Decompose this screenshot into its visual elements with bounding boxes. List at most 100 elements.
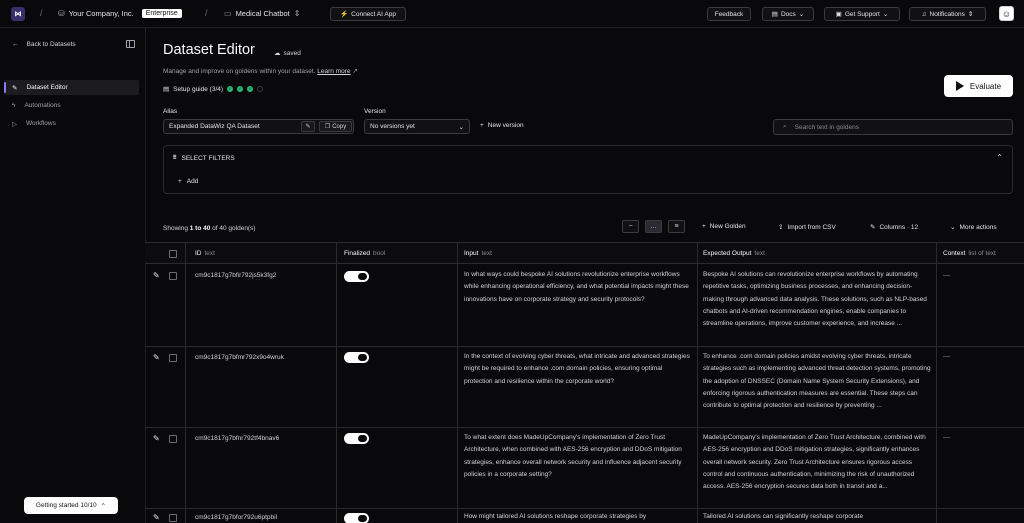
edit-row-icon[interactable]: ✎ (153, 353, 160, 362)
table-header: ID text Finalized bool Input text Expected … (145, 243, 1024, 264)
column-header-context[interactable]: Context list of text (943, 250, 996, 257)
cell-id: cm9c1817g7bfor792u6ptpbil (195, 514, 278, 521)
arrow-left-icon: ← (12, 41, 19, 48)
pen-icon: ✎ (12, 84, 18, 92)
page-subtitle: Manage and improve on goldens within you… (163, 68, 358, 75)
dots-icon: … (650, 223, 657, 230)
chat-icon: ▣ (835, 11, 842, 18)
feedback-button[interactable]: Feedback (707, 7, 751, 21)
chevron-down-icon: ⌄ (882, 11, 889, 18)
evaluate-button[interactable]: Evaluate (944, 75, 1013, 97)
chevron-down-icon: ⌄ (458, 123, 464, 131)
select-all-checkbox[interactable] (169, 250, 177, 258)
more-actions-button[interactable]: ⌄ More actions (950, 223, 997, 232)
cell-input: How might tailored AI solutions reshape … (464, 513, 647, 520)
book-icon: ▤ (163, 86, 170, 93)
top-bar: ⋈ / ⛁ Your Company, Inc. Enterprise / ▭ … (0, 0, 1024, 28)
columns-button[interactable]: ✎ Columns · 12 (870, 223, 918, 232)
row-density-medium-button[interactable]: … (645, 220, 662, 233)
getting-started-button[interactable]: Getting started 10/10 ⌃ (24, 497, 118, 514)
logo-icon[interactable]: ⋈ (11, 7, 25, 21)
breadcrumb-company[interactable]: ⛁ Your Company, Inc. Enterprise (58, 9, 182, 18)
finalized-toggle[interactable] (344, 513, 369, 523)
sidebar: ← Back to Datasets ✎ Dataset Editor ϟ Au… (0, 28, 146, 523)
cell-id: cm9c1817g7bfir792js5k3fg2 (195, 272, 277, 279)
cloud-check-icon: ☁ (274, 50, 281, 57)
setup-guide[interactable]: ▤ Setup guide (3/4) ✓ ✓ ✓ (163, 85, 264, 93)
edit-alias-button[interactable]: ✎ (301, 121, 315, 132)
back-to-datasets-link[interactable]: ← Back to Datasets (12, 41, 76, 48)
chevron-updown-icon: ⇕ (293, 9, 301, 18)
search-input[interactable]: ⌕ Search text in goldens (773, 119, 1013, 135)
edit-row-icon[interactable]: ✎ (153, 513, 160, 522)
cell-context: — (943, 353, 950, 360)
column-header-input[interactable]: Input text (464, 250, 492, 257)
list-icon: ≡ (674, 223, 679, 230)
column-header-id[interactable]: ID text (195, 250, 215, 257)
row-density-compact-button[interactable]: − (622, 220, 639, 233)
table-row[interactable]: ✎ cm9c1817g7bfmr792x9o4wruk In the conte… (145, 347, 1024, 428)
table-row[interactable]: ✎ cm9c1817g7bfnr792tf4bnav6 To what exte… (145, 428, 1024, 509)
row-checkbox[interactable] (169, 272, 177, 280)
version-select[interactable]: No versions yet ⌄ (364, 119, 470, 134)
column-header-expected-output[interactable]: Expected Output text (703, 250, 765, 257)
plug-icon: ⚡ (340, 11, 349, 18)
edit-row-icon[interactable]: ✎ (153, 434, 160, 443)
filters-header[interactable]: ⩩ SELECT FILTERS (173, 154, 235, 162)
chevron-updown-icon: ⇕ (967, 11, 974, 18)
pencil-icon: ✎ (870, 224, 876, 231)
bolt-icon: ϟ (12, 102, 16, 109)
cell-expected-output: To enhance .com domain policies amidst e… (703, 353, 931, 410)
finalized-toggle[interactable] (344, 352, 369, 363)
docs-button[interactable]: ▤ Docs ⌄ (762, 7, 814, 21)
breadcrumb-project[interactable]: ▭ Medical Chatbot ⇕ (224, 9, 300, 18)
alias-label: Alias (163, 108, 178, 115)
edit-row-icon[interactable]: ✎ (153, 271, 160, 280)
new-version-button[interactable]: + New version (480, 122, 524, 129)
chevron-up-icon[interactable]: ⌃ (996, 153, 1003, 162)
connect-ai-app-button[interactable]: ⚡ Connect AI App (330, 7, 406, 21)
plus-icon: + (702, 223, 706, 230)
notifications-button[interactable]: ♫ Notifications ⇕ (909, 7, 986, 21)
row-checkbox[interactable] (169, 435, 177, 443)
table-row[interactable]: ✎ cm9c1817g7bfor792u6ptpbil How might ta… (145, 509, 1024, 523)
finalized-toggle[interactable] (344, 433, 369, 444)
external-link-icon: ↗ (352, 68, 358, 75)
cell-id: cm9c1817g7bfmr792x9o4wruk (195, 354, 284, 361)
new-golden-button[interactable]: + New Golden (702, 223, 746, 230)
user-avatar-icon[interactable]: ☺ (999, 6, 1014, 21)
plus-icon: + (480, 122, 484, 129)
sidebar-item-automations[interactable]: ϟ Automations (4, 98, 139, 113)
results-count: Showing 1 to 40 of 40 golden(s) (163, 225, 256, 232)
step-pending-icon (257, 86, 264, 92)
plan-badge: Enterprise (141, 9, 182, 18)
learn-more-link[interactable]: Learn more (317, 68, 350, 75)
folder-icon: ▭ (224, 9, 232, 18)
sidebar-item-workflows[interactable]: ▷ Workflows (4, 116, 139, 131)
import-csv-button[interactable]: ⇪ Import from CSV (778, 223, 836, 232)
table-row[interactable]: ✎ cm9c1817g7bfir792js5k3fg2 In what ways… (145, 264, 1024, 347)
bell-icon: ♫ (921, 10, 927, 18)
copy-alias-button[interactable]: ❐ Copy (319, 121, 352, 132)
row-checkbox[interactable] (169, 514, 177, 522)
step-complete-icon: ✓ (227, 86, 234, 92)
cell-context: — (943, 434, 950, 441)
column-header-finalized[interactable]: Finalized bool (344, 250, 385, 257)
finalized-toggle[interactable] (344, 271, 369, 282)
cell-expected-output: Bespoke AI solutions can revolutionize e… (703, 271, 927, 328)
filter-icon: ⩩ (173, 154, 177, 161)
row-checkbox[interactable] (169, 354, 177, 362)
get-support-button[interactable]: ▣ Get Support ⌄ (824, 7, 900, 21)
page-title: Dataset Editor (163, 42, 255, 58)
cell-expected-output: MadeUpCompany's implementation of Zero T… (703, 434, 926, 491)
row-density-expanded-button[interactable]: ≡ (668, 220, 685, 233)
add-filter-button[interactable]: + Add (178, 178, 198, 185)
minus-icon: − (628, 223, 633, 230)
pencil-icon: ✎ (305, 124, 311, 130)
collapse-sidebar-icon[interactable] (126, 40, 135, 48)
goldens-table: ID text Finalized bool Input text Expected … (145, 242, 1024, 523)
copy-icon: ❐ (324, 124, 331, 130)
cell-input: To what extent does MadeUpCompany's impl… (464, 434, 682, 478)
sidebar-item-dataset-editor[interactable]: ✎ Dataset Editor (4, 80, 139, 95)
breadcrumb-separator: / (205, 8, 208, 18)
